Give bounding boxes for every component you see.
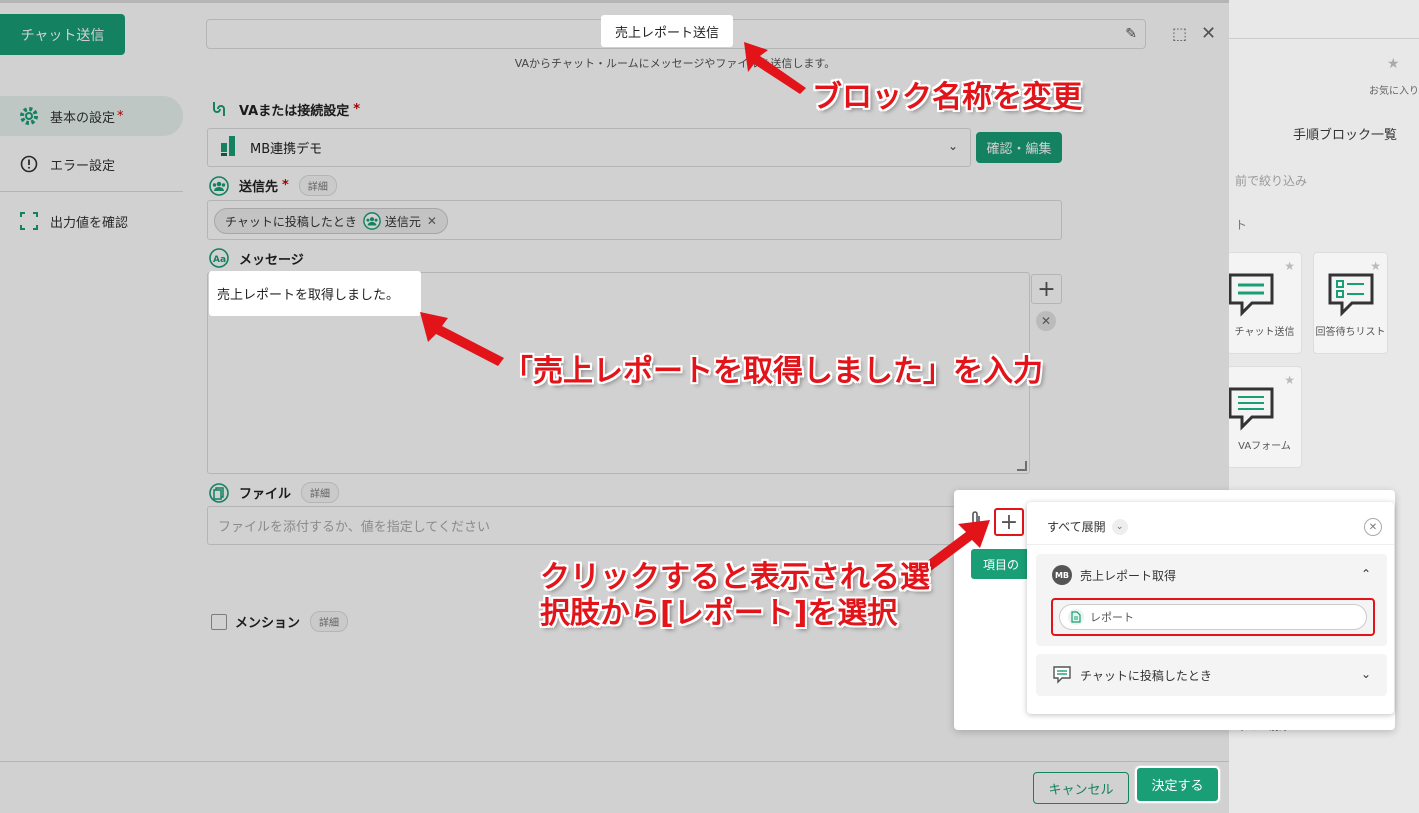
- sidebar-item-output-values[interactable]: 出力値を確認: [0, 201, 183, 241]
- sidebar-item-basic-settings[interactable]: 基本の設定 *: [0, 96, 183, 136]
- chat-icon: [1052, 665, 1072, 685]
- block-name-value[interactable]: 売上レポート送信: [601, 15, 733, 47]
- footer-divider: [0, 761, 1229, 762]
- mb-badge-icon: MB: [1052, 565, 1072, 585]
- group-icon: [363, 212, 381, 230]
- block-card-va-form[interactable]: ★ VAフォーム: [1229, 366, 1302, 468]
- va-select-value: MB連携デモ: [250, 142, 323, 157]
- insert-variable-button[interactable]: +: [1031, 274, 1062, 304]
- chevron-down-icon: ⌄: [1111, 518, 1128, 535]
- card-label: 回答待ちリスト: [1315, 327, 1386, 338]
- cancel-button[interactable]: キャンセル: [1033, 772, 1129, 804]
- sidebar-divider: [0, 191, 183, 192]
- close-icon[interactable]: ✕: [1201, 23, 1216, 44]
- message-field-label: Aa メッセージ: [209, 248, 304, 268]
- alert-circle-icon: [18, 155, 40, 173]
- annotation-input: 「売上レポートを取得しました」を入力: [503, 354, 1043, 389]
- chevron-down-icon: ⌄: [947, 139, 958, 153]
- connection-icon: [209, 99, 229, 119]
- confirm-edit-button[interactable]: 確認・編集: [976, 132, 1062, 163]
- chevron-down-icon: ⌄: [1360, 667, 1371, 681]
- card-label: チャット送信: [1234, 327, 1295, 338]
- detail-button[interactable]: 詳細: [310, 611, 349, 632]
- chat-icon: [1229, 273, 1274, 317]
- mention-checkbox-row[interactable]: メンション 詳細: [211, 611, 349, 632]
- bracket-frame-icon: [18, 212, 40, 230]
- report-highlight: レポート: [1051, 598, 1375, 636]
- panel-divider: [1229, 38, 1419, 39]
- checklist-chat-icon: [1328, 273, 1374, 317]
- sidebar-item-label: エラー設定: [50, 158, 116, 174]
- svg-text:Aa: Aa: [213, 255, 226, 265]
- panel-title: 手順ブロック一覧: [1293, 128, 1398, 143]
- message-value-highlight: 売上レポートを取得しました。: [209, 271, 421, 313]
- selection-icon[interactable]: ⬚: [1172, 24, 1187, 43]
- star-icon[interactable]: ★: [1387, 56, 1400, 72]
- dest-variable-chip[interactable]: チャットに投稿したとき 送信元 ✕: [214, 208, 448, 234]
- annotation-select: クリックすると表示される選 択肢から[レポート]を選択: [540, 560, 930, 631]
- block-card-chat-send[interactable]: ★ チャット送信: [1229, 252, 1302, 354]
- panel-divider: [1027, 544, 1394, 545]
- filter-input[interactable]: 前で絞り込み: [1229, 172, 1307, 189]
- card-label: VAフォーム: [1238, 441, 1291, 452]
- variable-chip-report[interactable]: レポート: [1059, 604, 1367, 630]
- group-header[interactable]: MB 売上レポート取得 ⌃: [1036, 554, 1387, 596]
- annotation-rename: ブロック名称を変更: [812, 80, 1082, 115]
- detail-button[interactable]: 詳細: [301, 482, 340, 503]
- ok-button[interactable]: 決定する: [1135, 766, 1220, 803]
- block-type-button[interactable]: チャット送信: [0, 14, 125, 55]
- section-label: ト: [1235, 218, 1248, 232]
- document-icon: [1068, 609, 1084, 625]
- detail-button[interactable]: 詳細: [298, 175, 337, 196]
- file-icon: [209, 482, 229, 503]
- list-chat-icon: [1229, 387, 1274, 431]
- resize-handle[interactable]: [1017, 461, 1027, 471]
- group-header[interactable]: チャットに投稿したとき ⌄: [1036, 654, 1387, 696]
- annotation-arrow: [420, 312, 504, 366]
- dest-field-label: 送信先 * 詳細: [209, 175, 337, 196]
- add-variable-button[interactable]: +: [994, 508, 1024, 536]
- expand-all-toggle[interactable]: すべて展開 ⌄: [1047, 518, 1128, 535]
- variable-picker-popup: + 項目の すべて展開 ⌄ ✕ MB 売上レポート取得 ⌃ レポート チャットに…: [954, 490, 1395, 730]
- required-mark: *: [117, 108, 124, 124]
- close-icon[interactable]: ✕: [1364, 518, 1382, 536]
- sidebar-item-label: 出力値を確認: [50, 215, 129, 231]
- mb-logo-icon: [218, 135, 238, 161]
- text-icon: Aa: [209, 248, 229, 268]
- pencil-icon[interactable]: ✎: [1125, 26, 1137, 42]
- sidebar-item-label: 基本の設定: [50, 110, 116, 126]
- file-field-label: ファイル 詳細: [209, 482, 340, 503]
- clear-icon[interactable]: ✕: [1036, 311, 1056, 331]
- favorites-label: お気に入り: [1369, 86, 1419, 97]
- va-select[interactable]: MB連携デモ ⌄: [207, 128, 971, 167]
- mention-checkbox[interactable]: [211, 613, 227, 630]
- block-card-answer-list[interactable]: ★ 回答待ちリスト: [1313, 252, 1388, 354]
- sidebar-item-error-settings[interactable]: エラー設定: [0, 144, 183, 184]
- block-description: VAからチャット・ルームにメッセージやファイルを送信します。: [514, 57, 836, 70]
- variable-list-panel: すべて展開 ⌄ ✕ MB 売上レポート取得 ⌃ レポート チャットに投稿したとき…: [1027, 502, 1394, 714]
- remove-chip-icon[interactable]: ✕: [427, 214, 437, 228]
- annotation-arrow: [744, 42, 806, 94]
- group-icon: [209, 175, 229, 196]
- variable-group-chat-post: チャットに投稿したとき ⌄: [1036, 654, 1387, 696]
- dest-input[interactable]: チャットに投稿したとき 送信元 ✕: [207, 200, 1062, 240]
- gear-icon: [18, 105, 40, 127]
- chevron-up-icon: ⌃: [1360, 567, 1371, 581]
- va-field-label: VAまたは接続設定 *: [209, 99, 360, 119]
